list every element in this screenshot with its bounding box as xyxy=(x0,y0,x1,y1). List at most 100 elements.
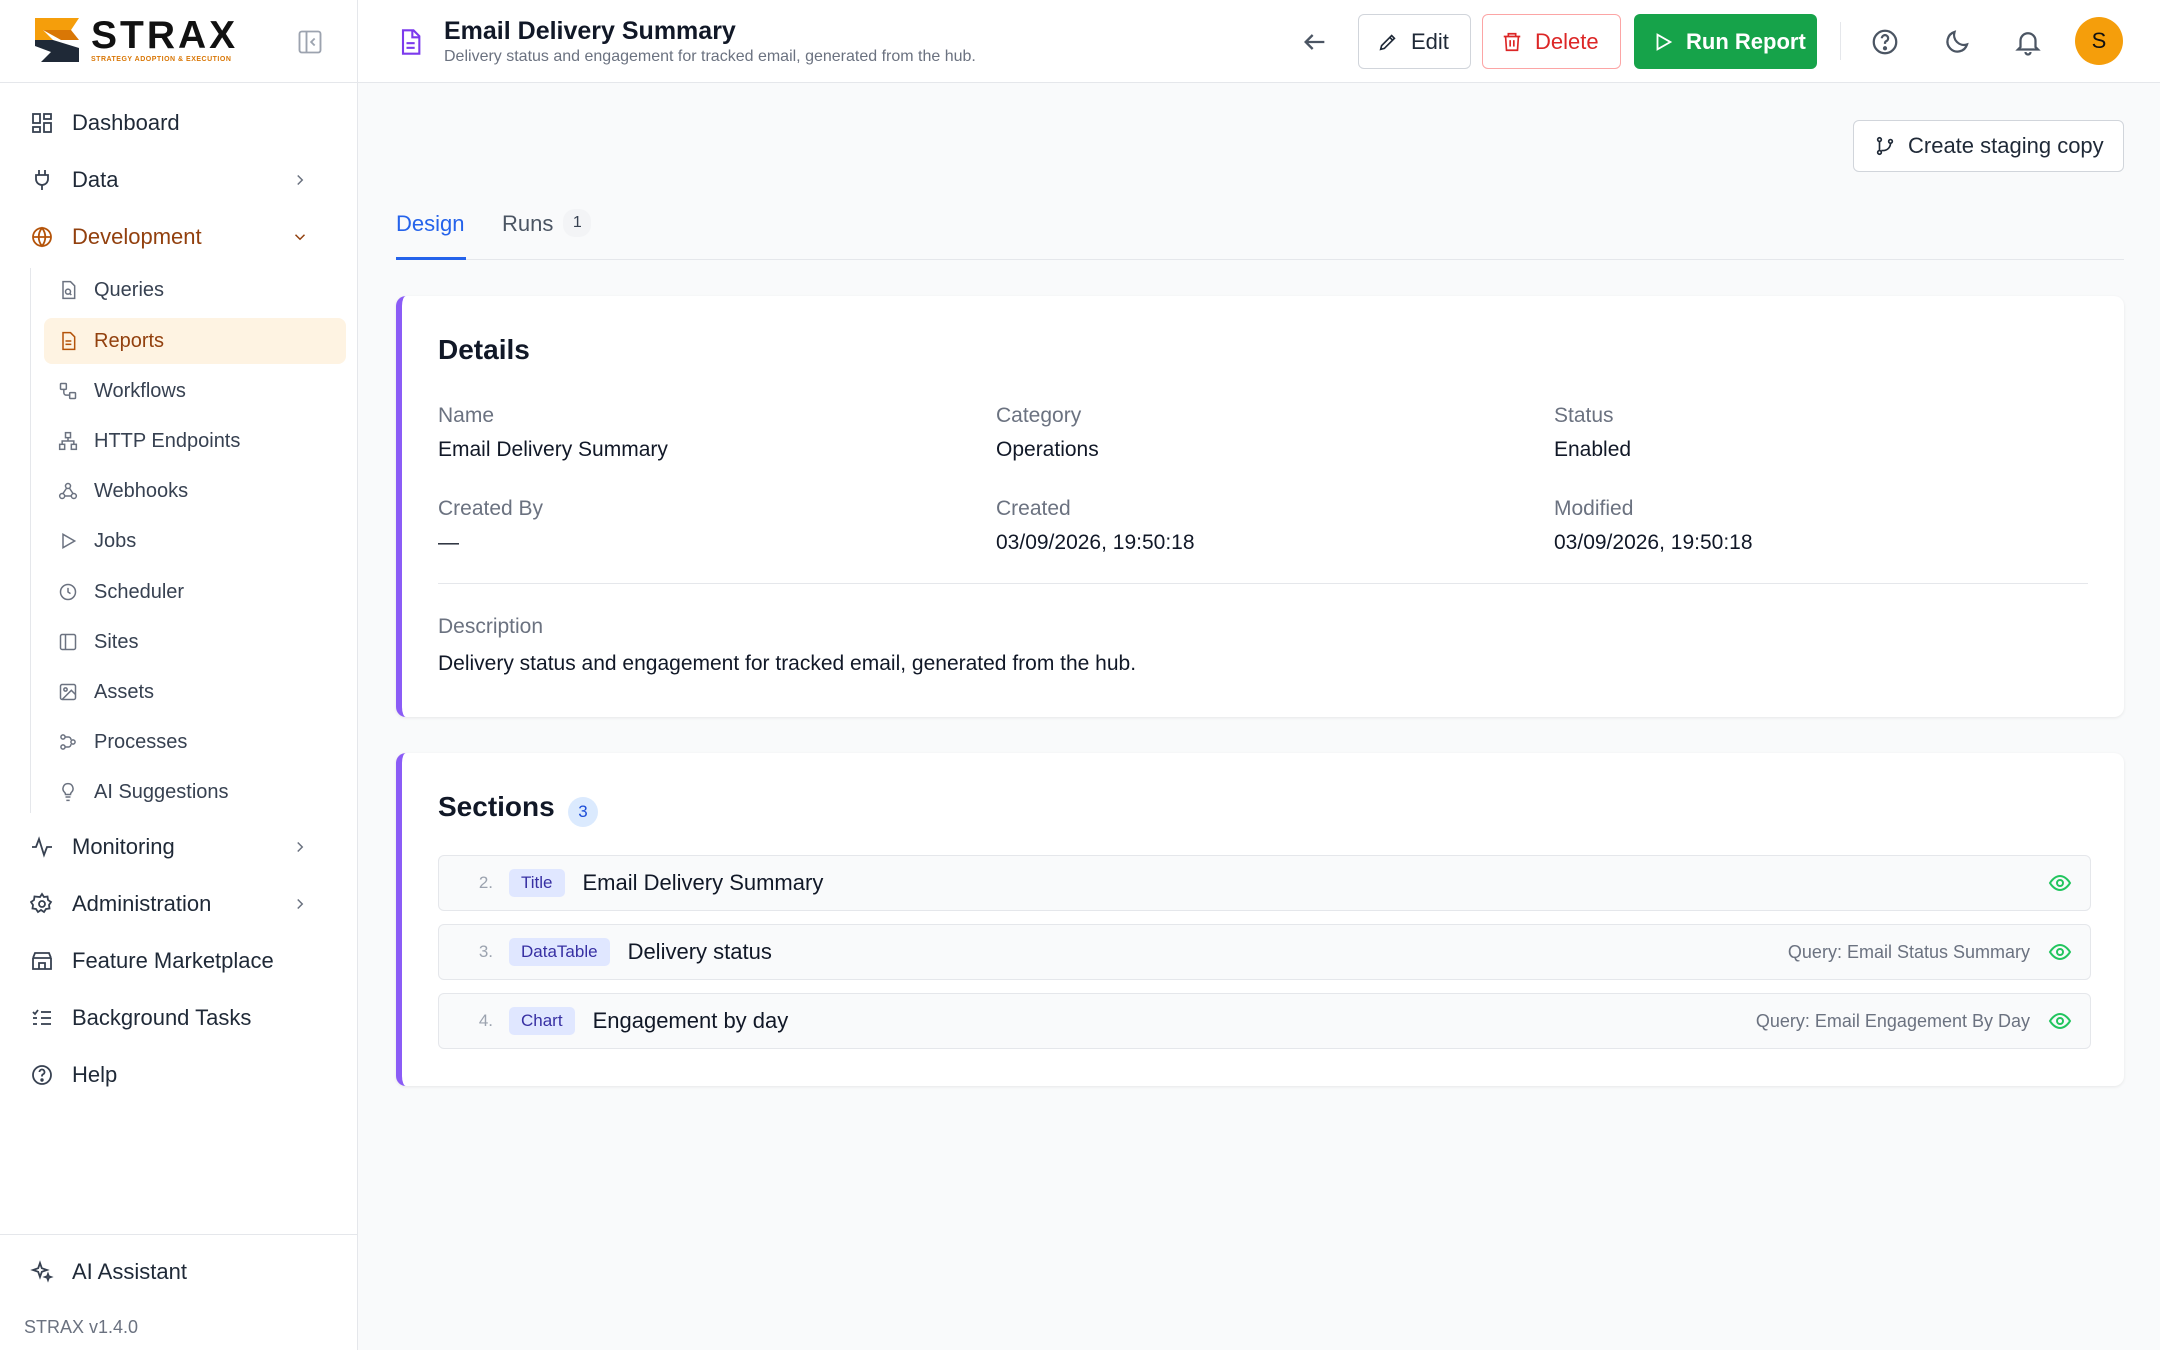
sidebar-item-reports[interactable]: Reports xyxy=(44,318,346,364)
logo-word: STRAX xyxy=(91,14,239,57)
sidebar-item-workflows[interactable]: Workflows xyxy=(44,368,346,414)
sidebar-item-webhooks[interactable]: Webhooks xyxy=(44,468,346,514)
git-branch-icon xyxy=(1876,136,1894,156)
create-staging-copy-button[interactable]: Create staging copy xyxy=(1853,120,2124,172)
sidebar-item-jobs[interactable]: Jobs xyxy=(44,518,346,564)
sidebar-item-label: Webhooks xyxy=(94,479,189,502)
tab-bar: Design Runs 1 xyxy=(396,205,2124,260)
created-by-label: Created By xyxy=(438,497,544,520)
sidebar-item-label: Assets xyxy=(94,680,155,703)
sparkles-icon xyxy=(30,1260,54,1283)
tab-label: Design xyxy=(396,211,465,236)
tab-label: Runs xyxy=(502,211,554,236)
logo-row: STRAX STRATEGY ADOPTION & EXECUTION xyxy=(0,0,357,83)
logo-tagline: STRATEGY ADOPTION & EXECUTION xyxy=(91,56,232,63)
edit-button[interactable]: Edit xyxy=(1358,14,1471,69)
eye-icon[interactable] xyxy=(2048,871,2072,895)
details-card: Details Name Email Delivery Summary Cate… xyxy=(396,296,2124,717)
image-icon xyxy=(59,683,77,701)
play-icon xyxy=(1656,32,1673,51)
subnav-line xyxy=(30,268,31,813)
created-label: Created xyxy=(996,497,1071,520)
sections-title: Sections xyxy=(438,791,555,822)
runs-count-badge: 1 xyxy=(563,209,592,237)
avatar[interactable]: S xyxy=(2075,17,2123,65)
process-icon xyxy=(60,734,76,750)
back-arrow-icon[interactable] xyxy=(1300,28,1330,56)
section-row[interactable]: 4. Chart Engagement by day Query: Email … xyxy=(438,993,2091,1049)
header-divider xyxy=(1840,22,1841,60)
tab-design[interactable]: Design xyxy=(396,211,466,260)
sidebar-item-sites[interactable]: Sites xyxy=(44,619,346,665)
sidebar-item-label: Sites xyxy=(94,630,139,653)
tab-runs[interactable]: Runs 1 xyxy=(502,209,592,260)
nav-item-help[interactable]: Help xyxy=(24,1051,339,1099)
nav-item-label: Development xyxy=(72,224,202,249)
nav-item-background-tasks[interactable]: Background Tasks xyxy=(24,994,339,1042)
sidebar-item-label: Scheduler xyxy=(94,580,185,603)
pencil-icon xyxy=(1379,33,1396,50)
section-type-badge: Chart xyxy=(509,1007,575,1035)
help-circle-icon[interactable] xyxy=(1870,27,1900,57)
sidebar-item-http-endpoints[interactable]: HTTP Endpoints xyxy=(44,418,346,464)
nav-item-label: Administration xyxy=(72,891,212,916)
run-report-button[interactable]: Run Report xyxy=(1634,14,1817,69)
sidebar-item-scheduler[interactable]: Scheduler xyxy=(44,569,346,615)
section-name: Engagement by day xyxy=(592,1008,789,1033)
status-value: Enabled xyxy=(1554,438,1632,461)
network-icon xyxy=(58,431,78,451)
nav-item-label: Dashboard xyxy=(72,110,180,135)
sidebar-item-label: Workflows xyxy=(94,379,186,402)
chevron-right-icon xyxy=(297,841,304,853)
modified-label: Modified xyxy=(1554,497,1634,520)
eye-icon[interactable] xyxy=(2048,1009,2072,1033)
activity-icon xyxy=(32,836,52,858)
ai-assistant-label: AI Assistant xyxy=(72,1259,187,1284)
play-icon xyxy=(62,533,77,549)
page-title: Email Delivery Summary xyxy=(444,17,736,45)
nav-item-label: Monitoring xyxy=(72,834,175,859)
eye-icon[interactable] xyxy=(2048,940,2072,964)
sidebar-item-processes[interactable]: Processes xyxy=(44,719,346,765)
nav-item-label: Data xyxy=(72,167,119,192)
ai-assistant-button[interactable]: AI Assistant xyxy=(30,1259,187,1285)
section-row[interactable]: 3. DataTable Delivery status Query: Emai… xyxy=(438,924,2091,980)
create-staging-copy-label: Create staging copy xyxy=(1908,133,2104,158)
moon-icon[interactable] xyxy=(1942,27,1972,57)
sidebar-item-label: Queries xyxy=(94,278,165,301)
chevron-down-icon xyxy=(294,234,306,241)
sidebar-item-ai-suggestions[interactable]: AI Suggestions xyxy=(44,769,346,815)
section-name: Email Delivery Summary xyxy=(582,870,824,895)
details-divider xyxy=(438,583,2088,584)
name-value: Email Delivery Summary xyxy=(438,438,668,461)
sidebar-item-label: AI Suggestions xyxy=(94,780,229,803)
nav-item-label: Feature Marketplace xyxy=(72,948,274,973)
sections-card: Sections 3 2. Title Email Delivery Summa… xyxy=(396,753,2124,1086)
section-row[interactable]: 2. Title Email Delivery Summary xyxy=(438,855,2091,911)
strax-logo[interactable]: STRAX STRATEGY ADOPTION & EXECUTION xyxy=(31,14,238,66)
nav-item-development[interactable]: Development xyxy=(24,213,339,261)
nav-item-data[interactable]: Data xyxy=(24,156,339,204)
nav-item-label: Help xyxy=(72,1062,118,1087)
run-report-label: Run Report xyxy=(1686,28,1806,54)
nav-item-dashboard[interactable]: Dashboard xyxy=(24,99,339,147)
sidebar-item-queries[interactable]: Queries xyxy=(44,267,346,313)
chevron-right-icon xyxy=(297,174,304,186)
collapse-sidebar-icon[interactable] xyxy=(296,28,324,56)
report-document-icon xyxy=(401,29,421,55)
nav-item-administration[interactable]: Administration xyxy=(24,880,339,928)
strax-logo-mark-icon xyxy=(35,18,79,62)
delete-button[interactable]: Delete xyxy=(1482,14,1621,69)
bell-icon[interactable] xyxy=(2013,27,2043,57)
gear-icon xyxy=(30,892,53,914)
description-value: Delivery status and engagement for track… xyxy=(438,652,1137,675)
category-value: Operations xyxy=(996,438,1099,461)
name-label: Name xyxy=(438,404,495,427)
dashboard-icon xyxy=(32,113,52,133)
nav-item-monitoring[interactable]: Monitoring xyxy=(24,823,339,871)
nav-item-feature-marketplace[interactable]: Feature Marketplace xyxy=(24,937,339,985)
page-header: Email Delivery Summary Delivery status a… xyxy=(358,0,2160,83)
section-query: Query: Email Status Summary xyxy=(1787,941,2030,962)
delete-button-label: Delete xyxy=(1535,28,1599,54)
sidebar-item-assets[interactable]: Assets xyxy=(44,669,346,715)
